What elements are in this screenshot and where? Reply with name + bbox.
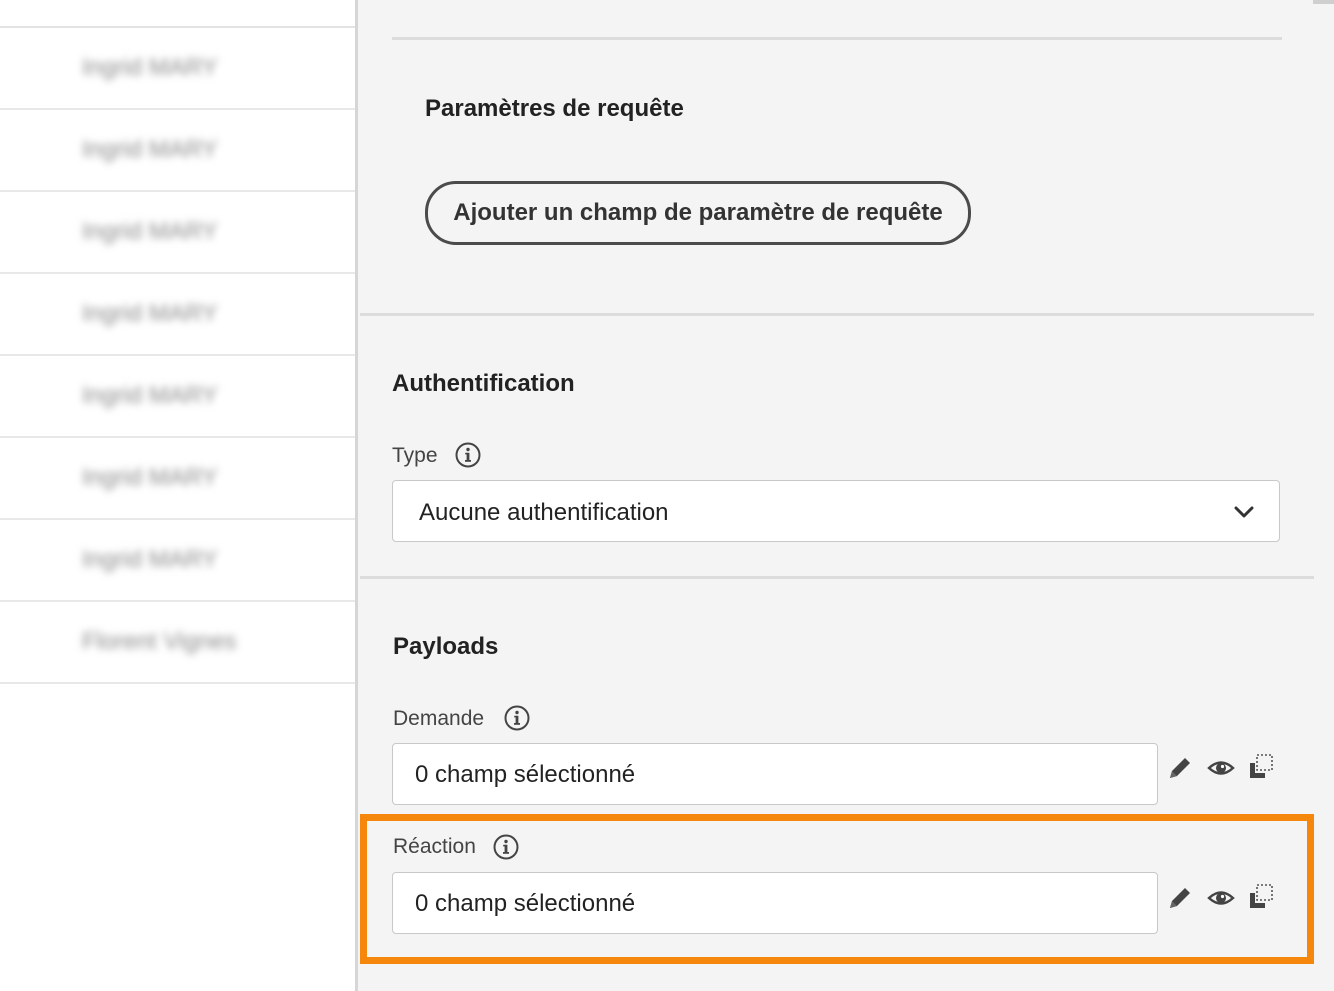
info-icon[interactable] bbox=[504, 705, 530, 731]
divider bbox=[360, 576, 1314, 579]
sidebar-item-partial[interactable]: ​ bbox=[0, 0, 355, 28]
copy-icon[interactable] bbox=[1247, 882, 1275, 910]
main-panel: Paramètres de requête Ajouter un champ d… bbox=[358, 0, 1334, 991]
sidebar-item-label: Ingrid MARY bbox=[82, 300, 218, 327]
eye-icon[interactable] bbox=[1207, 754, 1235, 782]
auth-type-select[interactable]: Aucune authentification bbox=[392, 480, 1280, 542]
request-value: 0 champ sélectionné bbox=[415, 761, 636, 788]
sidebar-item[interactable]: Ingrid MARY bbox=[0, 110, 355, 192]
scrollbar[interactable] bbox=[1313, 0, 1334, 4]
payloads-title: Payloads bbox=[393, 633, 499, 660]
auth-type-value: Aucune authentification bbox=[419, 499, 669, 526]
sidebar-item[interactable]: Ingrid MARY bbox=[0, 356, 355, 438]
sidebar-item-label: Florent Vignes bbox=[82, 628, 237, 655]
request-field[interactable]: 0 champ sélectionné bbox=[392, 743, 1158, 805]
response-field[interactable]: 0 champ sélectionné bbox=[392, 872, 1158, 934]
divider bbox=[360, 313, 1314, 316]
response-value: 0 champ sélectionné bbox=[415, 890, 636, 917]
pencil-icon[interactable] bbox=[1166, 884, 1194, 912]
sidebar-item[interactable]: Ingrid MARY bbox=[0, 520, 355, 602]
copy-icon[interactable] bbox=[1247, 752, 1275, 780]
sidebar: ​ Ingrid MARY Ingrid MARY Ingrid MARY In… bbox=[0, 0, 358, 991]
sidebar-item-label: Ingrid MARY bbox=[82, 136, 218, 163]
sidebar-item[interactable]: Ingrid MARY bbox=[0, 28, 355, 110]
type-label: Type bbox=[392, 444, 438, 467]
sidebar-item[interactable]: Ingrid MARY bbox=[0, 274, 355, 356]
sidebar-item[interactable]: Ingrid MARY bbox=[0, 438, 355, 520]
sidebar-item-label: Ingrid MARY bbox=[82, 54, 218, 81]
sidebar-item-label: Ingrid MARY bbox=[82, 464, 218, 491]
add-query-param-button[interactable]: Ajouter un champ de paramètre de requête bbox=[425, 181, 971, 245]
sidebar-item-label: Ingrid MARY bbox=[82, 218, 218, 245]
info-icon[interactable] bbox=[455, 442, 481, 468]
info-icon[interactable] bbox=[493, 834, 519, 860]
request-label: Demande bbox=[393, 707, 485, 730]
sidebar-item[interactable]: Florent Vignes bbox=[0, 602, 355, 684]
chevron-down-icon bbox=[1234, 506, 1254, 518]
response-label: Réaction bbox=[393, 835, 476, 858]
sidebar-item-label: Ingrid MARY bbox=[82, 382, 218, 409]
sidebar-item-label: Ingrid MARY bbox=[82, 546, 218, 573]
authentication-title: Authentification bbox=[392, 370, 575, 397]
eye-icon[interactable] bbox=[1207, 884, 1235, 912]
sidebar-item[interactable]: Ingrid MARY bbox=[0, 192, 355, 274]
divider bbox=[392, 37, 1282, 40]
query-params-title: Paramètres de requête bbox=[425, 95, 684, 122]
pencil-icon[interactable] bbox=[1166, 754, 1194, 782]
